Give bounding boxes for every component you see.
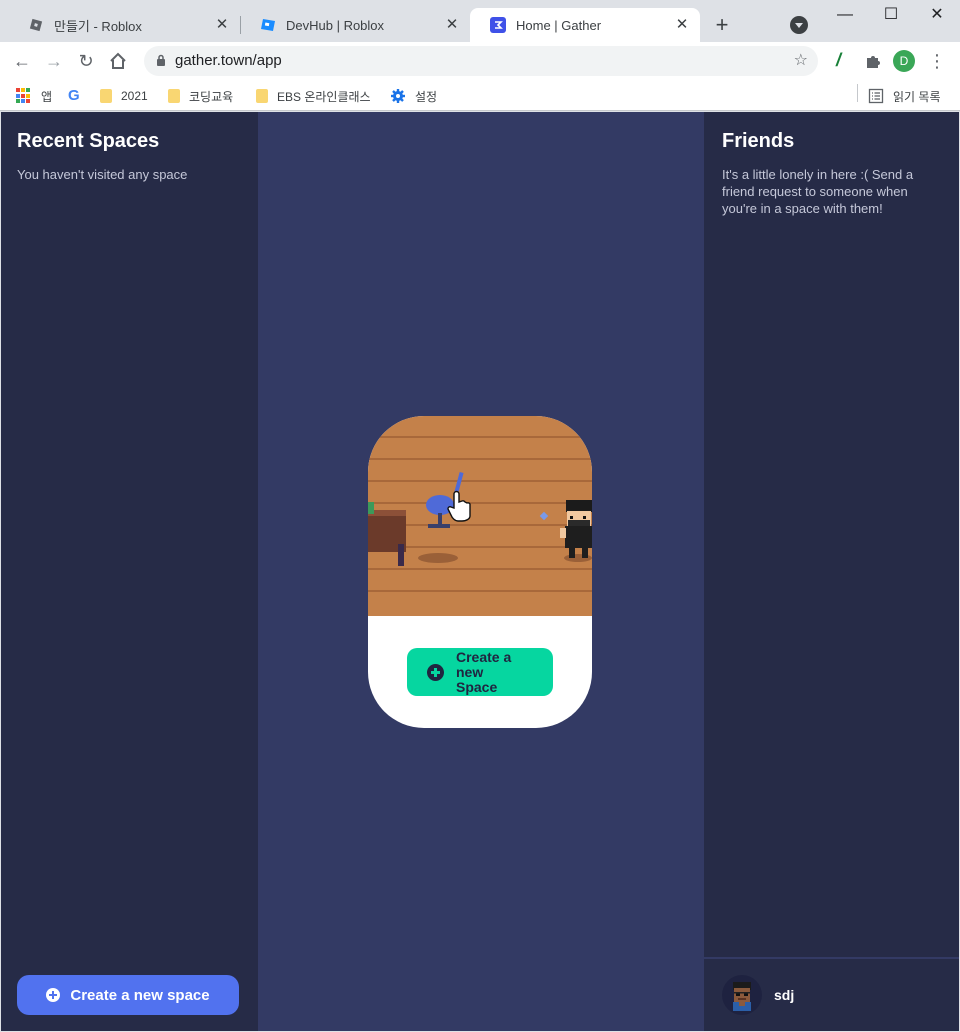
recent-spaces-empty-text: You haven't visited any space [17, 167, 188, 182]
bookmark-google[interactable]: G [68, 86, 93, 106]
reload-icon[interactable]: ↻ [72, 47, 100, 75]
url-text: gather.town/app [175, 52, 282, 69]
create-space-card: Create a new Space [368, 416, 592, 728]
user-divider [704, 957, 959, 959]
bookmarks-divider [857, 84, 858, 102]
browser-menu-icon[interactable]: ⋮ [928, 47, 946, 75]
extension-icon[interactable]: / [836, 50, 841, 71]
window-close-button[interactable]: ✕ [914, 0, 960, 30]
roblox-icon [28, 17, 44, 33]
gather-icon [490, 17, 506, 33]
folder-icon [168, 89, 180, 103]
tab-label: Home | Gather [516, 17, 602, 33]
folder-icon [100, 89, 112, 103]
new-tab-button[interactable]: + [708, 12, 736, 40]
browser-tab-strip: 만들기 - Roblox ✕ DevHub | Roblox ✕ Home | … [0, 0, 960, 42]
maximize-button[interactable]: ☐ [868, 0, 914, 30]
recent-spaces-panel: Recent Spaces You haven't visited any sp… [1, 112, 258, 1031]
close-tab-icon[interactable]: ✕ [444, 17, 460, 33]
current-user[interactable]: sdj [722, 975, 794, 1015]
create-new-space-button[interactable]: Create a new space [17, 975, 239, 1015]
reading-list-icon [868, 88, 884, 104]
browser-toolbar: ← → ↻ gather.town/app ☆ / D ⋮ [0, 42, 960, 80]
bookmark-label: 2021 [121, 89, 148, 103]
bookmark-label: 설정 [415, 89, 438, 104]
folder-icon [256, 89, 268, 103]
tab-label: DevHub | Roblox [286, 17, 385, 33]
user-name: sdj [774, 987, 795, 1003]
tab-devhub[interactable]: DevHub | Roblox ✕ [240, 8, 470, 42]
tab-label: 만들기 - Roblox [54, 18, 142, 34]
bookmark-folder-2021[interactable]: 2021 [100, 86, 148, 106]
bookmark-settings[interactable]: 설정 [390, 86, 437, 106]
extensions-puzzle-icon[interactable] [864, 52, 882, 70]
minimize-button[interactable]: — [822, 0, 868, 30]
bookmark-star-icon[interactable]: ☆ [794, 46, 808, 76]
apps-grid-icon [16, 88, 32, 104]
close-tab-icon[interactable]: ✕ [674, 17, 690, 33]
bookmark-label: 앱 [41, 89, 53, 104]
close-tab-icon[interactable]: ✕ [214, 17, 230, 33]
forward-arrow-icon[interactable]: → [40, 47, 68, 75]
back-arrow-icon[interactable]: ← [8, 47, 36, 75]
plus-circle-icon [46, 988, 61, 1002]
bookmark-folder-ebs[interactable]: EBS 온라인클래스 [256, 86, 371, 106]
bookmarks-bar: 앱 G 2021 코딩교육 EBS 온라인클래스 설정 읽기 목록 [0, 80, 960, 111]
gear-icon [390, 88, 406, 104]
tab-search-icon[interactable] [790, 16, 808, 34]
friends-empty-text: It's a little lonely in here :( Send a f… [722, 167, 914, 216]
address-bar[interactable]: gather.town/app ☆ [144, 46, 818, 76]
reading-list-button[interactable]: 읽기 목록 [868, 86, 941, 106]
tab-gather-home[interactable]: Home | Gather ✕ [470, 8, 700, 42]
home-icon[interactable] [104, 47, 132, 75]
bookmark-label: EBS 온라인클래스 [277, 89, 371, 104]
google-icon: G [68, 87, 80, 104]
profile-avatar[interactable]: D [893, 50, 915, 72]
office-scene-illustration [368, 416, 592, 616]
tab-roblox-create[interactable]: 만들기 - Roblox ✕ [8, 8, 240, 42]
create-new-space-card-button[interactable]: Create a new Space [407, 648, 553, 696]
create-new-space-label: Create a new space [70, 986, 210, 1004]
bookmark-apps[interactable]: 앱 [16, 86, 52, 106]
devhub-icon [260, 17, 276, 33]
friends-title: Friends [722, 130, 795, 152]
create-new-space-card-label: Create a new Space [456, 648, 512, 695]
friends-panel: Friends It's a little lonely in here :( … [704, 112, 959, 1031]
lock-icon [157, 54, 165, 66]
plus-circle-icon [427, 663, 444, 681]
bookmark-folder-coding[interactable]: 코딩교육 [168, 86, 233, 106]
avatar [722, 975, 762, 1015]
reading-list-label: 읽기 목록 [893, 89, 941, 104]
bookmark-label: 코딩교육 [189, 89, 234, 104]
recent-spaces-title: Recent Spaces [17, 130, 160, 152]
